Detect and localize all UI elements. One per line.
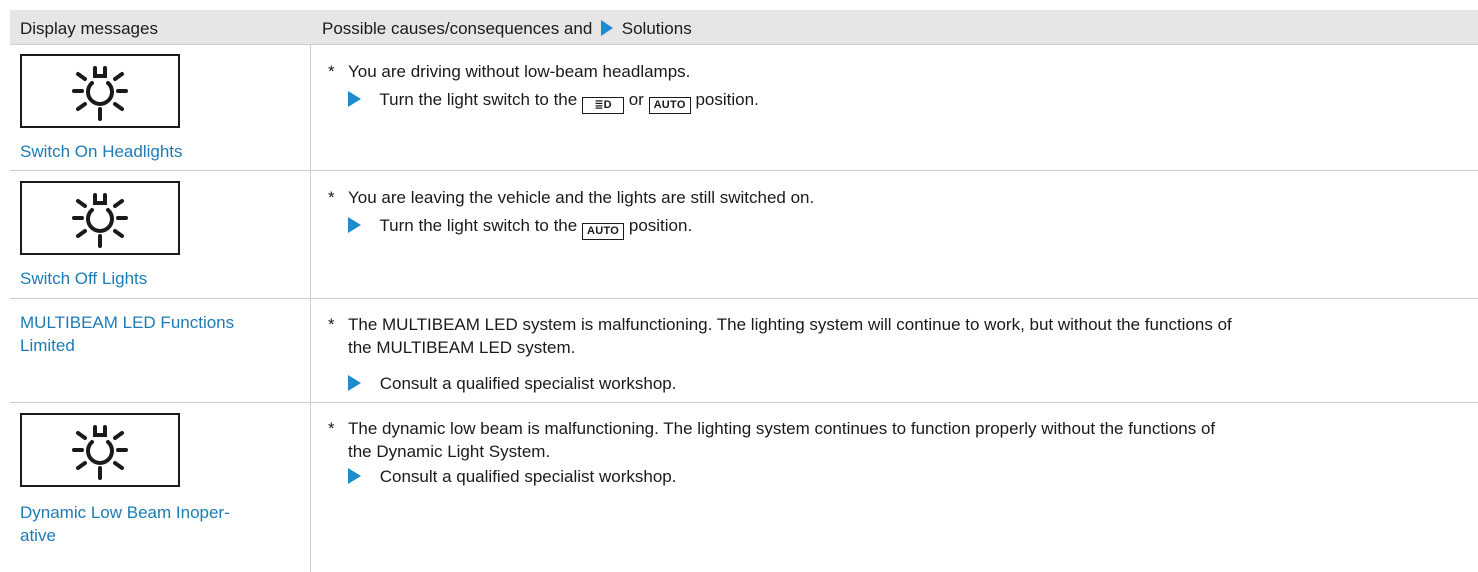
solution-arrow-icon [601,20,614,36]
solution-prefix: Turn the light switch to the [379,216,578,235]
solution-line: Consult a qualified specialist workshop. [379,467,677,486]
table-row: MULTIBEAM LED Functions Limited * The MU… [10,299,1478,403]
cause-line: The dynamic low beam is malfunctioning. … [348,419,1216,438]
message-line: Limited [20,336,75,355]
cause-text: * You are driving without low-beam headl… [328,60,1458,83]
table-row: Switch On Headlights * You are driving w… [10,45,1478,171]
cause-text: * You are leaving the vehicle and the li… [328,186,1458,209]
cause-line: The MULTIBEAM LED system is malfunctioni… [348,315,1232,334]
solution-line: Consult a qualified specialist workshop. [379,374,677,393]
display-messages-table: Display messages Possible causes/consequ… [10,10,1478,572]
solution-text: Consult a qualified specialist workshop. [348,372,676,395]
header-causes-solutions: Possible causes/consequences and Solutio… [322,19,692,39]
solution-text: Turn the light switch to the ≣D or AUTO … [348,88,759,114]
solution-arrow-icon [348,375,361,391]
bullet: * [328,188,335,207]
cause-text: * The MULTIBEAM LED system is malfunctio… [328,313,1458,359]
headlight-bulb-icon [20,413,180,487]
header-causes-label: Possible causes/consequences and [322,19,593,38]
cause-line: You are leaving the vehicle and the ligh… [348,188,815,207]
solution-arrow-icon [348,91,361,107]
table-header: Display messages Possible causes/consequ… [10,10,1478,45]
solution-suffix: position. [628,216,693,235]
message-switch-off-lights: Switch Off Lights [20,269,148,288]
solution-text: Consult a qualified specialist workshop. [348,465,676,488]
bullet: * [328,62,335,81]
solution-text: Turn the light switch to the AUTO positi… [348,214,692,240]
message-switch-on-headlights: Switch On Headlights [20,142,183,161]
solution-or: or [628,90,644,109]
bullet: * [328,419,335,438]
message-line: MULTIBEAM LED Functions [20,313,235,332]
message-multibeam-led-functions-limited: MULTIBEAM LED Functions Limited [20,311,234,357]
solution-arrow-icon [348,217,361,233]
low-beam-switch-key: ≣D [581,97,624,114]
message-line: Dynamic Low Beam Inoper- [20,503,230,522]
bullet: * [328,315,335,334]
solution-suffix: position. [695,90,759,109]
headlight-bulb-icon [20,54,180,128]
headlight-bulb-icon [20,181,180,255]
cause-line: the MULTIBEAM LED system. [348,338,576,357]
auto-switch-key: AUTO [581,223,625,240]
message-dynamic-low-beam-inoperative: Dynamic Low Beam Inoper- ative [20,501,230,547]
table-row: Dynamic Low Beam Inoper- ative * The dyn… [10,403,1478,553]
cause-text: * The dynamic low beam is malfunctioning… [328,417,1458,463]
header-display-messages: Display messages [20,19,158,38]
message-line: ative [20,526,56,545]
header-solutions-label: Solutions [621,19,692,38]
cause-line: the Dynamic Light System. [348,442,551,461]
solution-prefix: Turn the light switch to the [379,90,578,109]
table-row: Switch Off Lights * You are leaving the … [10,171,1478,299]
auto-switch-key: AUTO [648,97,691,114]
cause-line: You are driving without low-beam headlam… [348,62,691,81]
solution-arrow-icon [348,468,361,484]
